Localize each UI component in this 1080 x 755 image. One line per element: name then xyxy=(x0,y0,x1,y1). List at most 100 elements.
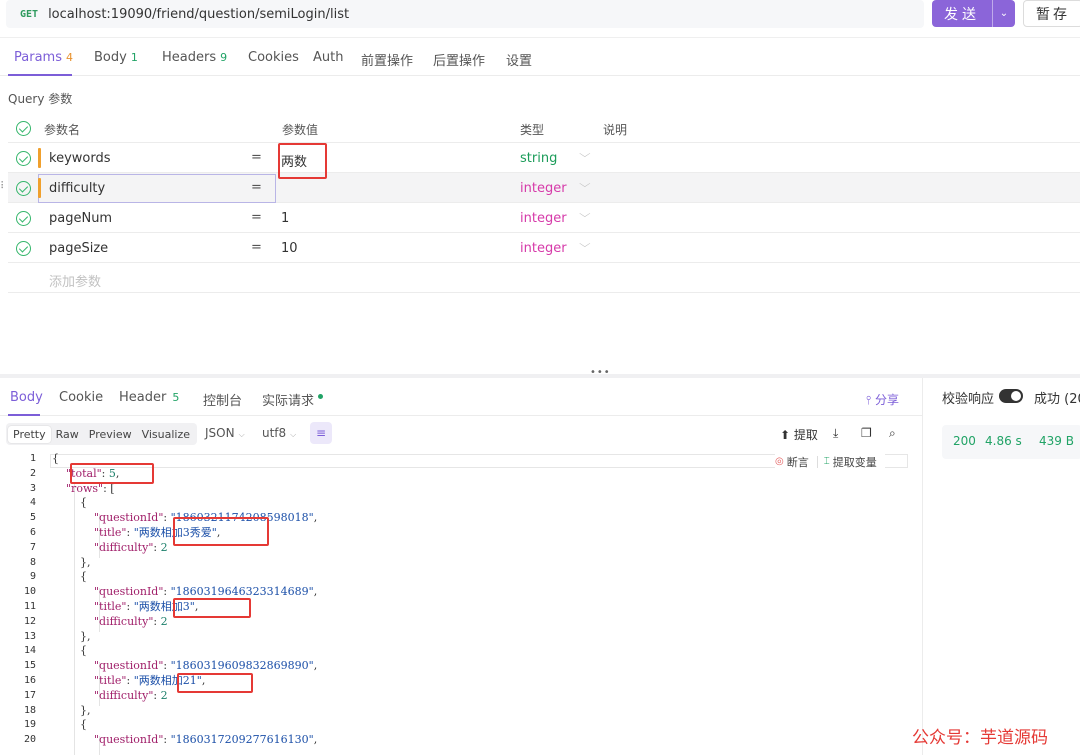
result-label[interactable]: 成功 (20 xyxy=(1034,388,1080,407)
line-number: 10 xyxy=(23,586,36,598)
tab-actual-request[interactable]: 实际请求 xyxy=(262,390,324,409)
param-type[interactable]: integer xyxy=(520,241,567,256)
header-type: 类型 xyxy=(520,123,545,137)
annotation-box xyxy=(173,517,269,546)
chevron-down-icon[interactable]: ⌵ xyxy=(579,209,590,220)
response-code-viewer[interactable]: 1 2 3 4 5 6 7 8 9 10 11 12 13 14 15 16 1… xyxy=(0,452,910,755)
url-input[interactable]: GET localhost:19090/friend/question/semi… xyxy=(6,0,924,28)
line-number: 16 xyxy=(23,674,36,686)
tab-response-header[interactable]: Header 5 xyxy=(119,390,179,405)
equals-sign: = xyxy=(251,210,262,225)
line-number: 6 xyxy=(29,526,36,538)
tab-post-ops[interactable]: 后置操作 xyxy=(433,50,485,69)
line-number-gutter: 1 2 3 4 5 6 7 8 9 10 11 12 13 14 15 16 1… xyxy=(0,452,36,748)
line-number: 9 xyxy=(29,571,36,583)
validate-toggle[interactable] xyxy=(999,389,1023,403)
response-size: 439 B xyxy=(1039,434,1074,448)
code-line: { xyxy=(52,570,87,584)
tab-pre-ops[interactable]: 前置操作 xyxy=(361,50,413,69)
add-param-input[interactable]: 添加参数 xyxy=(49,271,101,290)
param-type[interactable]: integer xyxy=(520,211,567,226)
wrap-lines-icon[interactable]: ≡ xyxy=(310,422,332,444)
check-all-icon[interactable] xyxy=(16,121,31,136)
copy-icon[interactable]: ❐ xyxy=(861,426,872,440)
method-badge[interactable]: GET xyxy=(20,9,38,20)
header-desc: 说明 xyxy=(603,123,628,137)
table-row: ⠇ difficulty = integer ⌵ xyxy=(0,173,1080,203)
param-value[interactable]: 10 xyxy=(281,241,298,256)
extract-variable-button[interactable]: ⌶ 提取变量 xyxy=(824,454,877,470)
extract-button[interactable]: ⬆ 提取 xyxy=(780,426,818,443)
required-marker xyxy=(38,148,41,168)
chevron-down-icon: ⌵ xyxy=(238,430,245,439)
tab-body[interactable]: Body 1 xyxy=(94,50,138,65)
tab-count: 1 xyxy=(130,51,138,64)
tab-cookies[interactable]: Cookies xyxy=(248,50,299,65)
send-label[interactable]: 发送 xyxy=(932,4,992,24)
line-number: 12 xyxy=(23,615,36,627)
line-number: 1 xyxy=(29,453,36,464)
line-number: 5 xyxy=(29,512,36,524)
chevron-down-icon[interactable]: ⌵ xyxy=(579,149,590,160)
view-preview[interactable]: Preview xyxy=(84,426,137,443)
json-difficulty: 2 xyxy=(160,540,168,554)
download-icon[interactable]: ⤓ xyxy=(833,426,838,441)
active-tab-indicator xyxy=(8,414,40,416)
encoding-value: utf8 xyxy=(262,426,287,440)
tab-settings[interactable]: 设置 xyxy=(506,50,532,69)
extract-label: 提取 xyxy=(793,428,818,442)
tab-response-cookie[interactable]: Cookie xyxy=(59,390,103,405)
url-text[interactable]: localhost:19090/friend/question/semiLogi… xyxy=(48,7,349,22)
view-pretty[interactable]: Pretty xyxy=(8,425,51,443)
validate-response-label: 校验响应 xyxy=(942,392,995,407)
format-select[interactable]: JSON ⌵ xyxy=(205,426,245,440)
tab-console[interactable]: 控制台 xyxy=(203,390,242,409)
encoding-select[interactable]: utf8 ⌵ xyxy=(262,426,296,440)
add-param-row: 添加参数 xyxy=(8,263,1080,293)
check-icon[interactable] xyxy=(16,241,31,256)
tab-count: 4 xyxy=(65,51,73,64)
check-icon[interactable] xyxy=(16,151,31,166)
resize-handle-icon[interactable]: ••• xyxy=(590,367,611,378)
share-button[interactable]: ⫯ 分享 xyxy=(866,391,899,408)
param-type[interactable]: integer xyxy=(520,181,567,196)
line-number: 4 xyxy=(29,497,36,509)
param-name[interactable]: pageSize xyxy=(49,241,108,256)
check-icon[interactable] xyxy=(16,211,31,226)
tab-headers[interactable]: Headers 9 xyxy=(162,50,227,65)
save-button[interactable]: 暂存 xyxy=(1023,0,1080,27)
chevron-down-icon[interactable]: ⌵ xyxy=(579,179,590,190)
search-icon[interactable]: ⌕ xyxy=(889,426,896,441)
format-value: JSON xyxy=(205,426,235,440)
tab-response-body[interactable]: Body xyxy=(10,390,43,405)
chevron-down-icon[interactable]: ⌄ xyxy=(993,8,1015,19)
header-name: 参数名 xyxy=(44,123,81,137)
param-name[interactable]: keywords xyxy=(49,151,110,166)
param-name[interactable]: pageNum xyxy=(49,211,112,226)
tab-label: Headers xyxy=(162,50,217,65)
param-name[interactable]: difficulty xyxy=(49,181,105,196)
tab-label: 前置操作 xyxy=(361,54,414,69)
param-type[interactable]: string xyxy=(520,151,557,166)
param-value[interactable]: 1 xyxy=(281,211,289,226)
view-raw[interactable]: Raw xyxy=(51,426,84,443)
tab-auth[interactable]: Auth xyxy=(313,50,343,65)
line-number: 3 xyxy=(29,482,36,494)
assert-button[interactable]: ◎ 断言 xyxy=(775,454,809,470)
table-row: keywords = 两数 string ⌵ xyxy=(8,143,1080,173)
tab-params[interactable]: Params 4 xyxy=(14,50,73,65)
chevron-down-icon[interactable]: ⌵ xyxy=(579,239,590,250)
view-visualize[interactable]: Visualize xyxy=(137,426,195,443)
panel-divider[interactable] xyxy=(0,374,1080,378)
share-icon: ⫯ xyxy=(866,393,876,407)
request-bar: GET localhost:19090/friend/question/semi… xyxy=(0,0,1080,38)
json-difficulty: 2 xyxy=(160,688,168,702)
assert-icon: ◎ xyxy=(775,456,784,467)
header-value: 参数值 xyxy=(282,123,319,137)
check-icon[interactable] xyxy=(16,181,31,196)
send-button[interactable]: 发送 ⌄ xyxy=(932,0,1015,27)
code-line: "rows": [ xyxy=(66,481,115,495)
annotation-box xyxy=(173,598,251,618)
extract-variable-label: 提取变量 xyxy=(832,455,877,469)
drag-handle-icon[interactable]: ⠇ xyxy=(0,181,7,192)
